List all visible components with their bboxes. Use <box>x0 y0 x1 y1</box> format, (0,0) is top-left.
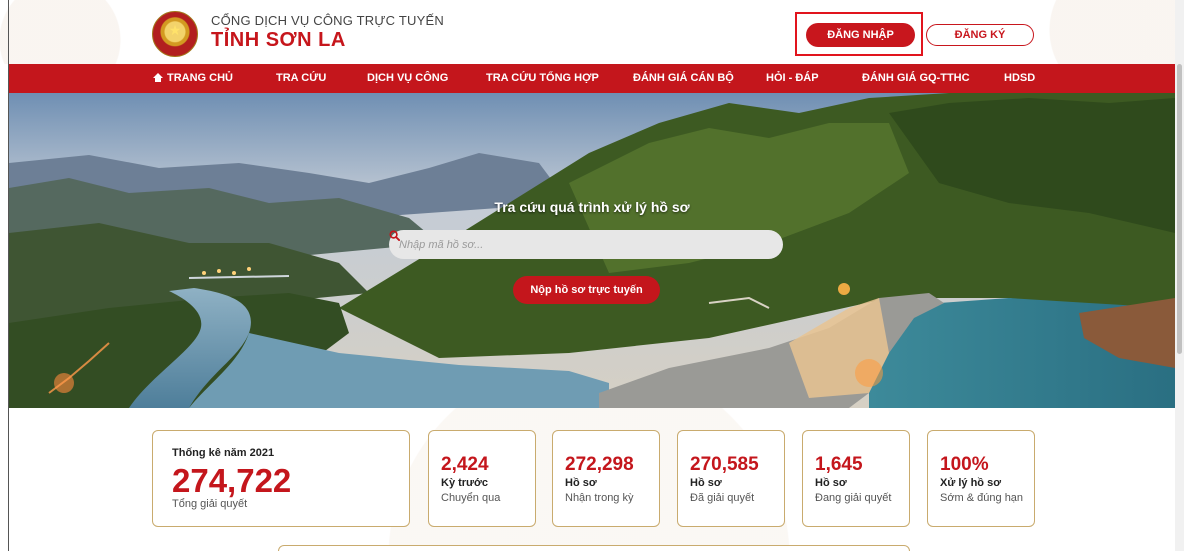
main-nav: TRANG CHỦ TRA CỨU DỊCH VỤ CÔNG TRA CỨU T… <box>9 64 1175 93</box>
brand-subtitle: CỔNG DỊCH VỤ CÔNG TRỰC TUYẾN <box>211 13 444 28</box>
stat-value: 2,424 <box>441 454 489 475</box>
stat-sublabel: Sớm & đúng hạn <box>940 492 1024 504</box>
stat-value: 272,298 <box>565 454 634 475</box>
stat-card-received: 272,298 Hồ sơ Nhận trong kỳ <box>552 430 660 527</box>
site-header: ★ CỔNG DỊCH VỤ CÔNG TRỰC TUYẾN TỈNH SƠN … <box>0 0 1184 64</box>
nav-item-general-lookup[interactable]: TRA CỨU TỔNG HỢP <box>486 64 599 93</box>
stat-sublabel: Chuyển qua <box>441 492 501 504</box>
stat-label: Kỳ trước <box>441 477 488 489</box>
stat-sublabel: Đã giải quyết <box>690 492 755 504</box>
nav-item-user-guide[interactable]: HDSD <box>1004 64 1035 93</box>
scrollbar-thumb[interactable] <box>1177 64 1182 354</box>
stat-label: Hồ sơ <box>565 477 597 489</box>
stat-card-on-time: 100% Xử lý hồ sơ Sớm & đúng hạn <box>927 430 1035 527</box>
brand-title: TỈNH SƠN LA <box>211 29 346 51</box>
stat-label: Hồ sơ <box>690 477 722 489</box>
search-box <box>389 230 783 259</box>
register-button[interactable]: ĐĂNG KÝ <box>926 24 1034 46</box>
stat-total-label: Tổng giải quyết <box>172 498 248 510</box>
province-emblem-logo[interactable]: ★ <box>152 11 198 57</box>
stat-sublabel: Nhận trong kỳ <box>565 492 634 504</box>
stat-label: Hồ sơ <box>815 477 847 489</box>
stat-card-total: Thống kê năm 2021 274,722 Tổng giải quyế… <box>152 430 410 527</box>
nav-item-qa[interactable]: HỎI - ĐÁP <box>766 64 819 93</box>
stat-total-value: 274,722 <box>172 462 292 499</box>
stat-label: Xử lý hồ sơ <box>940 477 1002 489</box>
stat-value: 270,585 <box>690 454 759 475</box>
page-left-border <box>8 0 9 551</box>
stat-value: 100% <box>940 454 989 475</box>
home-icon <box>153 73 163 82</box>
nav-item-staff-rating[interactable]: ĐÁNH GIÁ CÁN BỘ <box>633 64 734 93</box>
stat-card-resolved: 270,585 Hồ sơ Đã giải quyết <box>677 430 785 527</box>
stat-value: 1,645 <box>815 454 863 475</box>
nav-item-lookup[interactable]: TRA CỨU <box>276 64 326 93</box>
nav-item-label: TRANG CHỦ <box>167 72 233 84</box>
statistics-section: Thống kê năm 2021 274,722 Tổng giải quyế… <box>9 408 1175 551</box>
hero-title: Tra cứu quá trình xử lý hồ sơ <box>494 199 690 215</box>
login-button[interactable]: ĐĂNG NHẬP <box>806 23 915 47</box>
nav-item-public-services[interactable]: DỊCH VỤ CÔNG <box>367 64 448 93</box>
search-icon[interactable] <box>389 230 400 241</box>
submit-dossier-button[interactable]: Nộp hồ sơ trực tuyến <box>513 276 660 304</box>
star-icon: ★ <box>168 22 182 38</box>
search-input[interactable] <box>399 236 749 253</box>
hero-banner: Tra cứu quá trình xử lý hồ sơ Nộp hồ sơ … <box>9 93 1175 408</box>
nav-item-procedure-rating[interactable]: ĐÁNH GIÁ GQ-TTHC <box>862 64 970 93</box>
next-section-panel <box>278 545 910 551</box>
stat-year-label: Thống kê năm 2021 <box>172 447 275 459</box>
stat-card-in-progress: 1,645 Hồ sơ Đang giải quyết <box>802 430 910 527</box>
stat-card-carried-over: 2,424 Kỳ trước Chuyển qua <box>428 430 536 527</box>
stat-sublabel: Đang giải quyết <box>815 492 892 504</box>
nav-item-home[interactable]: TRANG CHỦ <box>153 64 233 93</box>
